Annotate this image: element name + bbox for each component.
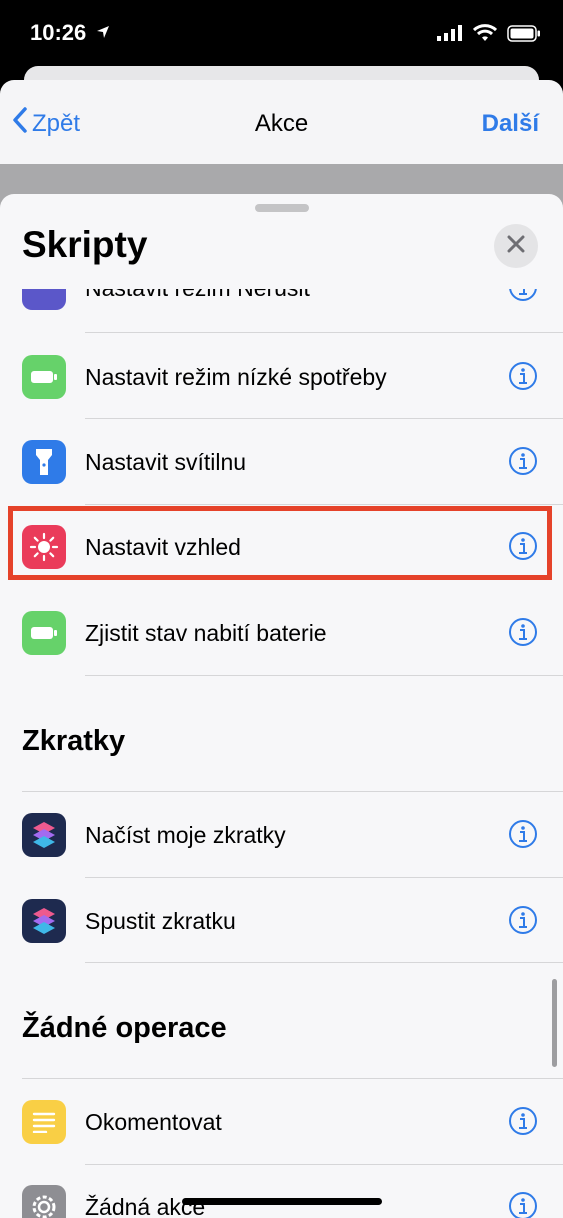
comment-icon [22, 1100, 66, 1144]
home-indicator[interactable] [182, 1198, 382, 1205]
status-time: 10:26 [30, 20, 87, 45]
cellular-signal-icon [437, 25, 463, 46]
row-clip: Nastavit režim Nerušit [0, 289, 563, 333]
sheet-title: Skripty [22, 224, 148, 265]
next-button[interactable]: Další [482, 110, 539, 138]
actions-sheet: Skripty Nastavit režim Nerušit Nastavit … [0, 194, 563, 1218]
moon-icon [22, 289, 66, 310]
row-label: Nastavit svítilnu [85, 449, 247, 475]
list-item[interactable]: Nastavit režim Nerušit [0, 289, 563, 331]
list-item[interactable]: Načíst moje zkratky [0, 792, 563, 878]
row-label: Načíst moje zkratky [85, 822, 286, 848]
nav-title: Akce [254, 110, 309, 137]
close-icon [507, 235, 525, 258]
info-icon[interactable] [508, 446, 538, 476]
battery-icon [22, 355, 66, 399]
section-header-shortcuts: Zkratky [22, 725, 126, 757]
highlight-frame [8, 506, 552, 580]
info-icon[interactable] [508, 905, 538, 935]
separator [85, 332, 563, 333]
info-icon[interactable] [508, 361, 538, 391]
list-item[interactable]: Spustit zkratku [0, 878, 563, 964]
info-icon[interactable] [508, 1106, 538, 1136]
battery-status-icon [507, 24, 541, 47]
list-item[interactable]: Zjistit stav nabití baterie [0, 590, 563, 676]
flashlight-icon [22, 440, 66, 484]
location-arrow-icon [96, 25, 110, 44]
separator [85, 962, 563, 963]
separator [85, 675, 563, 676]
shortcuts-icon [22, 813, 66, 857]
gear-icon [22, 1185, 66, 1218]
close-button[interactable] [494, 224, 538, 268]
list-item[interactable]: Nastavit režim nízké spotřeby [0, 334, 563, 420]
row-label: Spustit zkratku [85, 908, 236, 934]
info-icon[interactable] [508, 617, 538, 647]
info-icon[interactable] [508, 289, 538, 302]
wifi-icon [472, 24, 498, 47]
row-label: Zjistit stav nabití baterie [85, 620, 327, 646]
shortcuts-icon [22, 899, 66, 943]
sheet-grabber[interactable] [255, 204, 309, 212]
section-header-no-operations: Žádné operace [22, 1012, 227, 1044]
battery-icon [22, 611, 66, 655]
info-icon[interactable] [508, 819, 538, 849]
row-label: Nastavit režim nízké spotřeby [85, 364, 387, 390]
list-item[interactable]: Okomentovat [0, 1079, 563, 1165]
row-label: Nastavit režim Nerušit [85, 289, 310, 302]
navigation-bar: Zpět Akce Další [0, 80, 563, 166]
list-item[interactable]: Žádná akce [0, 1164, 563, 1218]
scrollbar[interactable] [552, 979, 557, 1067]
list-item[interactable]: Nastavit svítilnu [0, 419, 563, 505]
row-label: Okomentovat [85, 1109, 222, 1135]
status-bar: 10:26 [0, 0, 563, 70]
info-icon[interactable] [508, 1191, 538, 1218]
